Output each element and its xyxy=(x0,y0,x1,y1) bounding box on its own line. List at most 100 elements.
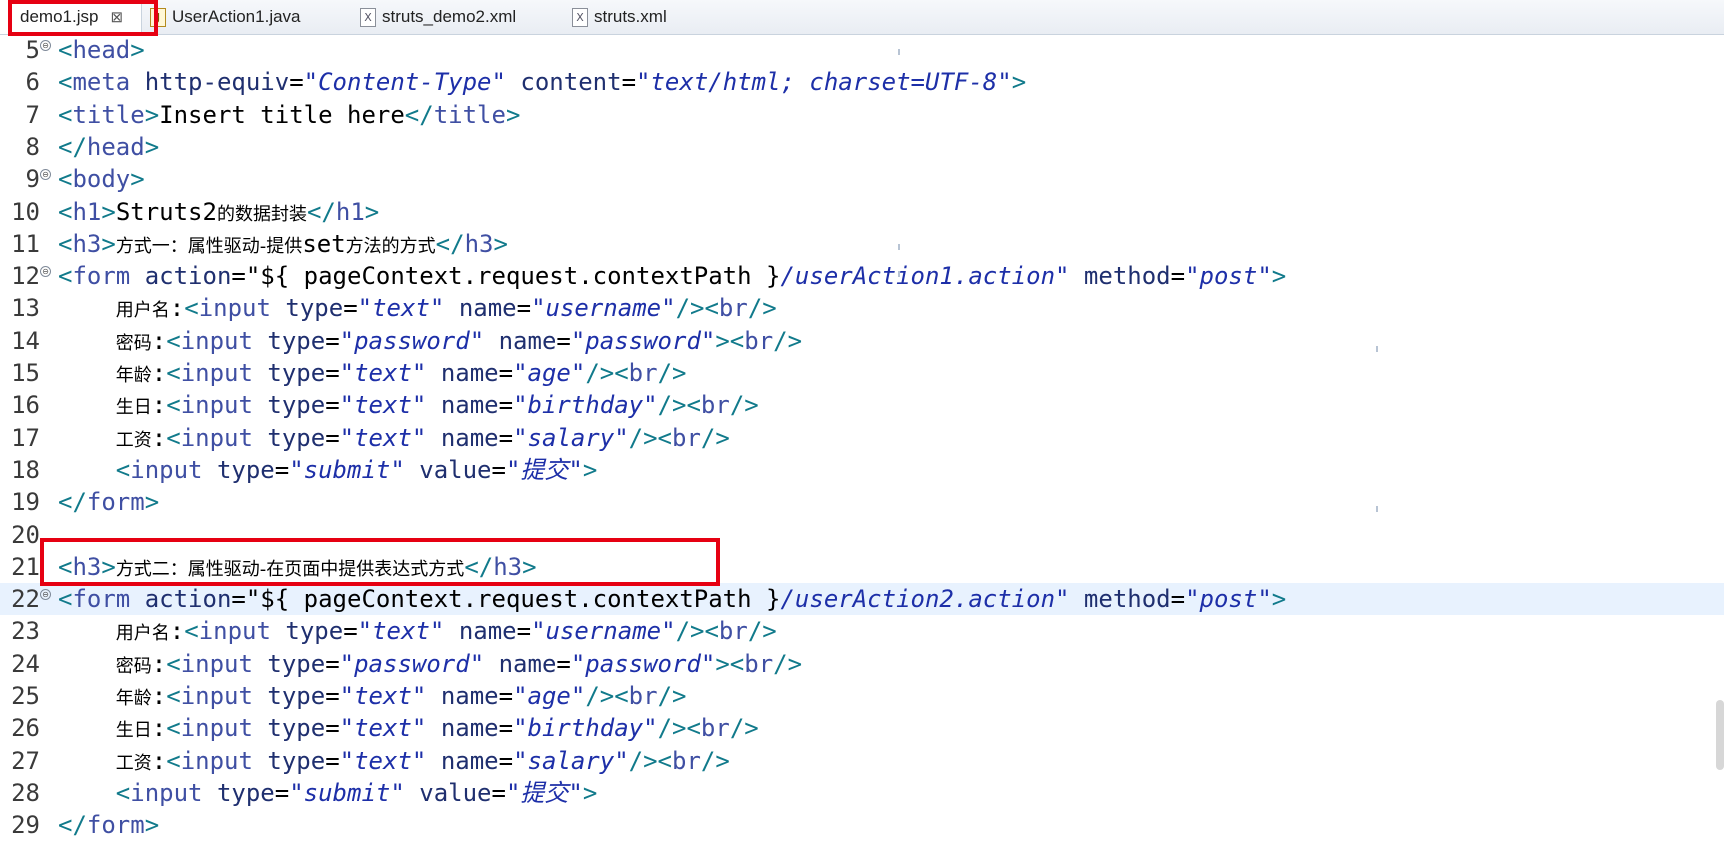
code-token: = xyxy=(491,778,506,807)
code-token: 方式一：属性驱动-提供 xyxy=(115,235,303,257)
code-line[interactable]: 8 </head> xyxy=(0,131,1724,163)
code-line[interactable]: 7 <title>Insert title here</title> xyxy=(0,99,1724,131)
code-token: input xyxy=(180,682,253,710)
code-token: < xyxy=(166,326,181,355)
code-line[interactable]: 15 年龄:<input type="text" name="age"/><br… xyxy=(0,357,1724,389)
code-token: />< xyxy=(657,714,701,743)
tab-struts-xml[interactable]: X struts.xml xyxy=(572,0,667,34)
code-line[interactable]: 11 <h3>方式一：属性驱动-提供set方法的方式</h3> xyxy=(0,228,1724,260)
code-token: "text" xyxy=(339,714,427,743)
tab-label: struts.xml xyxy=(594,7,667,26)
code-token: : xyxy=(151,714,167,743)
line-number: 19 xyxy=(11,488,40,517)
line-number: 26 xyxy=(11,714,40,743)
line-number: 20 xyxy=(11,520,40,549)
code-token: br xyxy=(628,682,658,710)
code-token: name xyxy=(440,359,499,387)
xml-file-icon: X xyxy=(572,7,588,27)
code-token: 生日 xyxy=(115,720,152,742)
code-token: "username" xyxy=(531,617,676,646)
code-token: = xyxy=(274,778,290,807)
tab-struts-demo2-xml[interactable]: X struts_demo2.xml xyxy=(360,0,516,34)
code-token: < xyxy=(166,649,181,678)
code-token: name xyxy=(440,391,499,420)
code-editor[interactable]: 5 ⊖ <head> 6 <meta http-equiv="Content-Type"… xyxy=(0,34,1724,854)
code-token: : xyxy=(151,423,167,452)
code-token: type xyxy=(267,649,326,678)
code-line[interactable]: 28 <input type="submit" value="提交"> xyxy=(0,777,1724,809)
code-token: br xyxy=(718,617,748,646)
code-token: input xyxy=(180,714,253,743)
code-token: </ xyxy=(58,811,87,840)
code-token: h1 xyxy=(72,197,102,226)
code-line[interactable]: 26 生日:<input type="text" name="birthday"… xyxy=(0,712,1724,744)
code-token: = xyxy=(325,714,340,743)
code-token: < xyxy=(166,746,181,775)
code-line[interactable]: 13 用户名:<input type="text" name="username… xyxy=(0,292,1724,324)
line-number: 24 xyxy=(11,649,40,678)
code-token: </ xyxy=(404,100,434,129)
code-line[interactable]: 5 ⊖ <head> xyxy=(0,34,1724,66)
code-token: = xyxy=(498,391,514,420)
code-token: "text" xyxy=(339,359,427,387)
fold-toggle-icon[interactable]: ⊖ xyxy=(40,169,51,181)
code-token: set xyxy=(302,229,346,258)
code-token: < xyxy=(166,391,181,420)
code-text: 生日:<input type="text" name="birthday"/><… xyxy=(58,389,759,424)
code-token: />< xyxy=(585,682,629,710)
code-token: = xyxy=(325,359,340,387)
overview-marker xyxy=(1376,506,1378,512)
code-line[interactable]: 22 ⊖ <form action="${ pageContext.request.… xyxy=(0,583,1724,616)
code-text: 密码:<input type="password" name="password… xyxy=(58,648,802,683)
code-token: type xyxy=(285,617,344,646)
fold-toggle-icon[interactable]: ⊖ xyxy=(40,589,51,601)
code-line[interactable]: 12 ⊖ <form action="${ pageContext.request.… xyxy=(0,260,1724,292)
code-token: Insert title here xyxy=(159,100,405,129)
code-token: /> xyxy=(657,359,687,387)
code-line[interactable]: 16 生日:<input type="text" name="birthday"… xyxy=(0,389,1724,421)
code-line[interactable]: 17 工资:<input type="text" name="salary"/>… xyxy=(0,422,1724,454)
code-token: /> xyxy=(700,423,730,452)
code-token: form xyxy=(86,488,145,517)
code-line[interactable]: 10 <h1>Struts2的数据封装</h1> xyxy=(0,196,1724,228)
code-token: "birthday" xyxy=(513,714,658,743)
fold-toggle-icon[interactable]: ⊖ xyxy=(40,266,51,278)
code-line[interactable]: 19 </form> xyxy=(0,486,1724,518)
code-token: type xyxy=(267,359,326,387)
code-token: "submit" xyxy=(289,455,405,484)
code-line[interactable]: 18 <input type="submit" value="提交"> xyxy=(0,454,1724,486)
code-line[interactable]: 29 </form> xyxy=(0,809,1724,841)
tab-useraction1-java[interactable]: J UserAction1.java xyxy=(150,0,301,34)
code-line[interactable]: 14 密码:<input type="password" name="passw… xyxy=(0,325,1724,357)
code-line[interactable]: 23 用户名:<input type="text" name="username… xyxy=(0,615,1724,647)
code-token: "username" xyxy=(531,294,676,323)
code-line[interactable]: 9 ⊖ <body> xyxy=(0,163,1724,195)
code-token: = xyxy=(491,455,506,484)
code-token: /> xyxy=(747,617,777,646)
code-text: <head> xyxy=(58,34,145,66)
code-token: br xyxy=(628,359,658,387)
code-token: head xyxy=(86,132,145,161)
code-token: h3 xyxy=(72,229,102,258)
vertical-scrollbar[interactable] xyxy=(1716,700,1724,770)
fold-toggle-icon[interactable]: ⊖ xyxy=(40,40,51,51)
code-line[interactable]: 6 <meta http-equiv="Content-Type" content… xyxy=(0,66,1724,98)
code-token: "text" xyxy=(339,746,427,775)
code-line[interactable]: 25 年龄:<input type="text" name="age"/><br… xyxy=(0,680,1724,712)
code-line[interactable]: 24 密码:<input type="password" name="passw… xyxy=(0,648,1724,680)
code-line[interactable]: 27 工资:<input type="text" name="salary"/>… xyxy=(0,745,1724,777)
code-token: type xyxy=(267,746,326,775)
code-token: = xyxy=(343,294,358,323)
tab-label: UserAction1.java xyxy=(172,7,301,26)
code-token: br xyxy=(718,294,748,323)
code-token: h1 xyxy=(335,197,365,226)
